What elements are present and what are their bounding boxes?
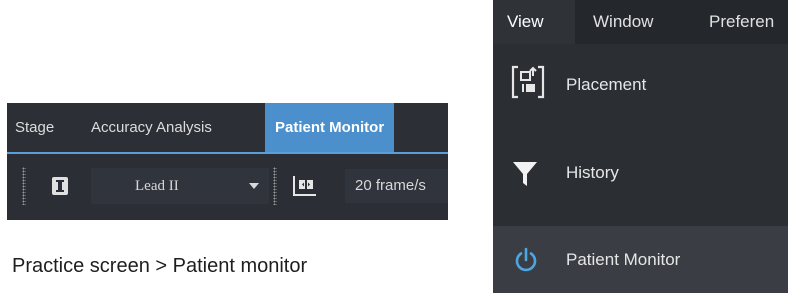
menu-window[interactable]: Window (593, 0, 653, 44)
menu-preferences[interactable]: Preferen (709, 0, 774, 44)
menu-item-label: History (566, 163, 619, 182)
menu-item-history[interactable]: History (493, 126, 788, 216)
toolbar-grip-handle[interactable] (273, 167, 277, 205)
menu-item-patient-monitor[interactable]: Patient Monitor (493, 226, 788, 293)
tab-patient-monitor[interactable]: Patient Monitor (265, 103, 395, 152)
caption: Practice screen > Patient monitor (12, 255, 308, 277)
menu-view[interactable]: View (493, 0, 575, 44)
lead-icon[interactable] (51, 176, 69, 196)
tab-accuracy-analysis[interactable]: Accuracy Analysis (91, 103, 212, 152)
lead-select[interactable]: Lead II (91, 168, 269, 204)
menu-bar: View Window Preferen (493, 0, 788, 44)
menu-item-label: Patient Monitor (566, 250, 681, 269)
frame-rate-field[interactable]: 20 frame/s (345, 169, 448, 203)
patient-monitor-toolbar-panel: Stage Accuracy Analysis Patient Monitor … (7, 103, 448, 220)
toolbar-grip-handle[interactable] (22, 167, 26, 205)
menu-item-label: Placement (566, 75, 647, 94)
lead-select-value: Lead II (135, 178, 179, 194)
frame-rate-icon[interactable] (292, 174, 318, 198)
filter-icon (511, 159, 539, 187)
tab-stage[interactable]: Stage (15, 103, 54, 152)
power-icon (513, 247, 539, 273)
tab-bar: Stage Accuracy Analysis Patient Monitor (7, 103, 448, 154)
view-menu-panel: View Window Preferen Placement History P… (493, 0, 788, 293)
chevron-down-icon (249, 183, 259, 189)
placement-icon (511, 64, 545, 100)
monitor-toolbar: Lead II 20 frame/s (7, 154, 448, 220)
menu-item-placement[interactable]: Placement (493, 44, 788, 126)
